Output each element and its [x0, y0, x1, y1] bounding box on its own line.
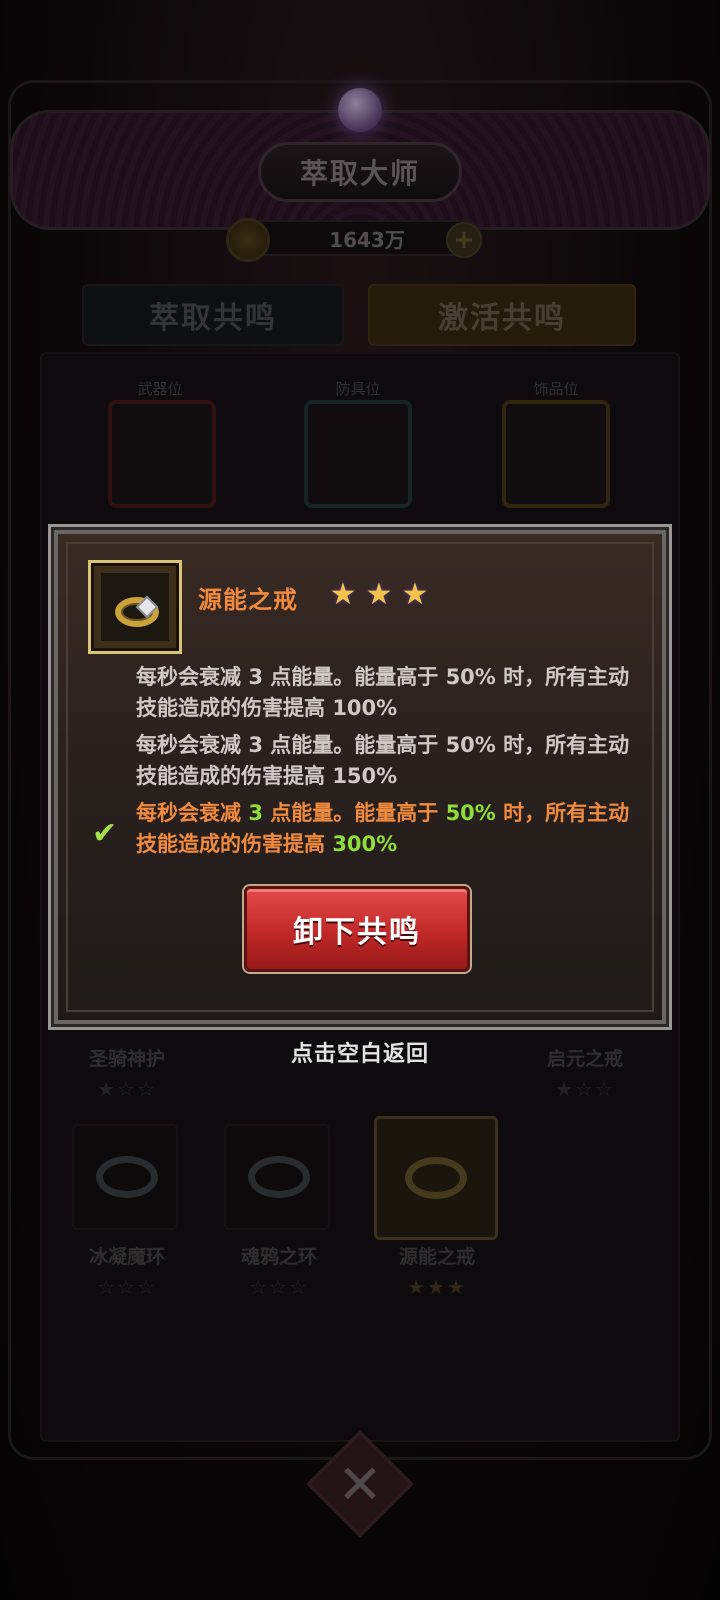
item-star-rating: ★ ★ ★	[326, 578, 432, 612]
tier-description-3-active: 每秒会衰减 3 点能量。能量高于 50% 时，所有主动技能造成的伤害提高 300…	[136, 801, 630, 856]
item-thumbnail	[88, 560, 182, 654]
checkmark-icon: ✔	[92, 816, 118, 851]
item-name: 源能之戒	[198, 586, 298, 614]
star-icon: ★	[365, 577, 393, 612]
star-icon: ★	[401, 577, 429, 612]
item-detail-modal: 源能之戒 ★ ★ ★ 每秒会衰减 3 点能量。能量高于 50% 时，所有主动技能…	[54, 530, 666, 1024]
unequip-resonance-button[interactable]: 卸下共鸣	[244, 886, 470, 972]
star-icon: ★	[329, 577, 357, 612]
tier-description-1: 每秒会衰减 3 点能量。能量高于 50% 时，所有主动技能造成的伤害提高 100…	[136, 665, 630, 720]
tap-to-return-hint: 点击空白返回	[290, 1042, 429, 1067]
tier-description-2: 每秒会衰减 3 点能量。能量高于 50% 时，所有主动技能造成的伤害提高 150…	[136, 733, 630, 788]
